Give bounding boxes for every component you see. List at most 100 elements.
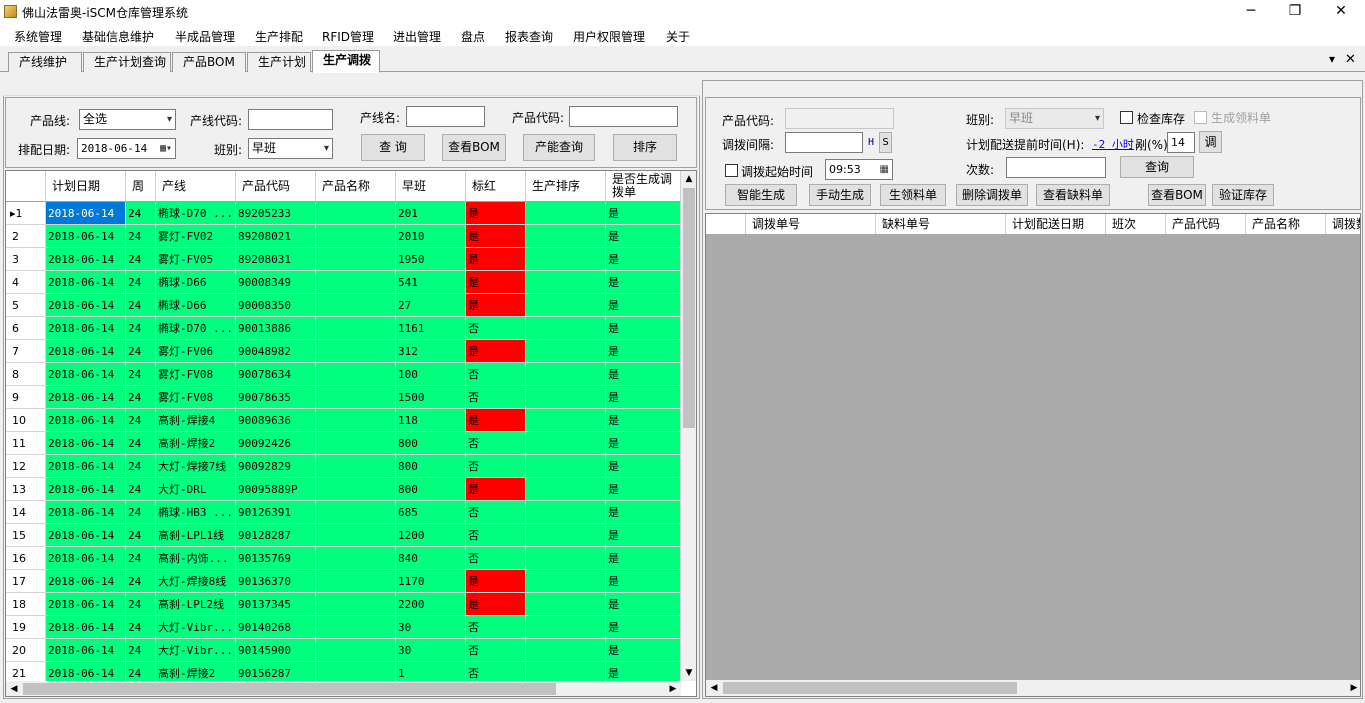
production-order-cell[interactable] [526,501,606,524]
smart-generate-button[interactable]: 智能生成 [725,184,797,206]
table-row[interactable]: 17 2018-06-14 24 大灯-焊接8线 90136370 1170 是是 [6,570,681,593]
table-row[interactable]: 8 2018-06-14 24 雾灯-FV08 90078634 100 否 是 [6,363,681,386]
row-number-cell[interactable]: 12 [6,455,46,478]
row-number-cell[interactable]: 11 [6,432,46,455]
week-cell[interactable]: 24 [126,386,156,409]
transfer-generated-cell[interactable]: 是 [606,478,681,501]
week-cell[interactable]: 24 [126,593,156,616]
product-code-cell[interactable]: 90048982 [236,340,316,363]
row-number-cell[interactable]: 13 [6,478,46,501]
row-number-cell[interactable]: 4 [6,271,46,294]
table-row[interactable]: 19 2018-06-14 24 大灯-Vibr... 90140268 30 否 是 [6,616,681,639]
morning-shift-cell[interactable]: 800 [396,478,466,501]
week-cell[interactable]: 24 [126,202,156,225]
product-name-cell[interactable] [316,455,396,478]
flag-red-cell[interactable]: 是 [466,570,526,593]
week-cell[interactable]: 24 [126,340,156,363]
col-delivery-date[interactable]: 计划配送日期 [1006,214,1106,234]
product-line-select[interactable]: 全选 ▾ [79,109,176,130]
morning-shift-cell[interactable]: 1161 [396,317,466,340]
morning-shift-cell[interactable]: 201 [396,202,466,225]
shift-select[interactable]: 早班 ▾ [248,138,333,159]
transfer-generated-cell[interactable]: 是 [606,501,681,524]
week-cell[interactable]: 24 [126,432,156,455]
col-transfer-no[interactable]: 调拨单号 [746,214,876,234]
flag-red-cell[interactable]: 是 [466,409,526,432]
tab-dropdown-icon[interactable]: ▾ [1329,52,1335,66]
morning-shift-cell[interactable]: 27 [396,294,466,317]
flag-red-cell[interactable]: 是 [466,478,526,501]
flag-red-cell[interactable]: 是 [466,248,526,271]
menu-basic-info[interactable]: 基础信息维护 [82,28,154,45]
gen-pick-button[interactable]: 生领料单 [880,184,946,206]
product-code-cell[interactable]: 90089636 [236,409,316,432]
close-button[interactable]: ✕ [1318,0,1364,24]
morning-shift-cell[interactable]: 312 [396,340,466,363]
product-name-cell[interactable] [316,616,396,639]
flag-red-cell[interactable]: 是 [466,202,526,225]
transfer-generated-cell[interactable]: 是 [606,386,681,409]
product-name-cell[interactable] [316,340,396,363]
product-name-cell[interactable] [316,248,396,271]
production-order-cell[interactable] [526,593,606,616]
col-transfer-generated[interactable]: 是否生成调拨单 [606,171,681,202]
check-stock-checkbox[interactable] [1120,111,1133,124]
product-name-cell[interactable] [316,524,396,547]
col-production-order[interactable]: 生产排序 [526,171,606,202]
line-cell[interactable]: 椭球-HB3 ... [156,501,236,524]
product-code-cell[interactable]: 90137345 [236,593,316,616]
morning-shift-cell[interactable]: 100 [396,363,466,386]
horizontal-scrollbar[interactable]: ◀ ▶ [706,680,1360,696]
morning-shift-cell[interactable]: 1170 [396,570,466,593]
transfer-generated-cell[interactable]: 是 [606,616,681,639]
week-cell[interactable]: 24 [126,455,156,478]
col-shortage-no[interactable]: 缺料单号 [876,214,1006,234]
production-plan-grid[interactable]: 计划日期 周 产线 产品代码 产品名称 早班 标红 生产排序 是否生成调拨单 ▸… [5,170,697,697]
product-name-cell[interactable] [316,202,396,225]
transfer-generated-cell[interactable]: 是 [606,593,681,616]
col-flag-red[interactable]: 标红 [466,171,526,202]
product-code-cell[interactable]: 90078635 [236,386,316,409]
col-plan-date[interactable]: 计划日期 [46,171,126,202]
maximize-button[interactable]: ❐ [1272,0,1318,24]
flag-red-cell[interactable]: 否 [466,547,526,570]
table-row[interactable]: 15 2018-06-14 24 高刹-LPL1线 90128287 1200 否 是 [6,524,681,547]
start-time-checkbox[interactable] [725,164,738,177]
morning-shift-cell[interactable]: 685 [396,501,466,524]
row-number-cell[interactable]: 17 [6,570,46,593]
lead-percent-input[interactable]: 14 [1167,132,1195,153]
product-name-cell[interactable] [316,294,396,317]
line-cell[interactable]: 椭球-D70 ... [156,202,236,225]
production-order-cell[interactable] [526,455,606,478]
flag-red-cell[interactable]: 否 [466,616,526,639]
flag-red-cell[interactable]: 是 [466,593,526,616]
tab-line-maintenance[interactable]: 产线维护 [8,52,82,72]
plan-date-cell[interactable]: 2018-06-14 [46,455,126,478]
lead-time-link[interactable]: -2 小时 [1092,136,1134,152]
week-cell[interactable]: 24 [126,547,156,570]
product-name-cell[interactable] [316,225,396,248]
product-name-cell[interactable] [316,271,396,294]
flag-red-cell[interactable]: 否 [466,524,526,547]
line-cell[interactable]: 雾灯-FV08 [156,363,236,386]
plan-date-cell[interactable]: 2018-06-14 [46,547,126,570]
table-row[interactable]: 10 2018-06-14 24 高刹-焊接4 90089636 118 是是 [6,409,681,432]
morning-shift-cell[interactable]: 30 [396,639,466,662]
row-number-cell[interactable]: 3 [6,248,46,271]
flag-red-cell[interactable]: 否 [466,317,526,340]
capacity-query-button[interactable]: 产能查询 [523,134,595,161]
product-name-cell[interactable] [316,570,396,593]
transfer-generated-cell[interactable]: 是 [606,248,681,271]
product-name-cell[interactable] [316,409,396,432]
col-transfer-qty[interactable]: 调拨数 [1326,214,1360,234]
production-order-cell[interactable] [526,547,606,570]
table-row[interactable]: 14 2018-06-14 24 椭球-HB3 ... 90126391 685 否 是 [6,501,681,524]
plan-date-cell[interactable]: 2018-06-14 [46,248,126,271]
col-morning-shift[interactable]: 早班 [396,171,466,202]
week-cell[interactable]: 24 [126,225,156,248]
production-order-cell[interactable] [526,271,606,294]
week-cell[interactable]: 24 [126,478,156,501]
morning-shift-cell[interactable]: 30 [396,616,466,639]
line-cell[interactable]: 椭球-D70 ... [156,317,236,340]
line-cell[interactable]: 大灯-Vibr... [156,616,236,639]
